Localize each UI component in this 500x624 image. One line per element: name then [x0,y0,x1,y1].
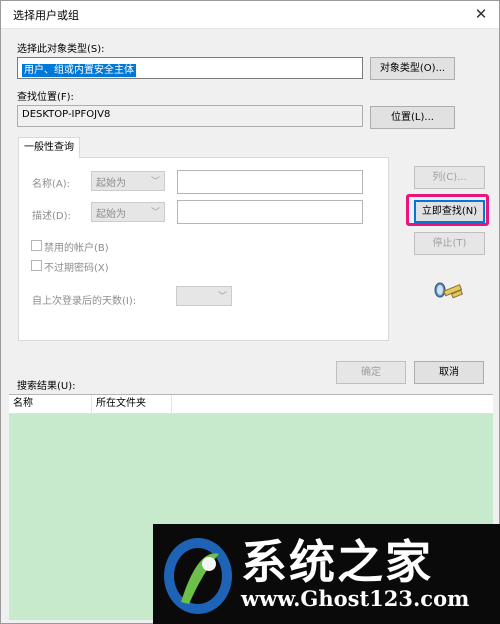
non-expiring-password-checkbox[interactable] [31,260,42,271]
find-now-highlight-box [406,194,489,226]
location-label: 查找位置(F): [17,92,74,103]
locations-button[interactable]: 位置(L)... [370,106,455,129]
chevron-down-icon: ﹀ [217,292,227,302]
chevron-down-icon: ﹀ [150,208,160,218]
column-header-name[interactable]: 名称 [9,395,92,414]
disabled-accounts-checkbox[interactable] [31,240,42,251]
name-mode-select[interactable]: 起始为 ﹀ [91,171,165,191]
object-type-field[interactable]: 用户、组或内置安全主体 [17,57,363,79]
object-types-button[interactable]: 对象类型(O)... [370,57,455,80]
ok-button[interactable]: 确定 [336,361,406,384]
disabled-accounts-label: 禁用的帐户(B) [44,243,109,254]
watermark-url-text: www.Ghost123.com [241,586,470,611]
search-results-label: 搜索结果(U): [17,381,76,392]
location-field: DESKTOP-IPFOJV8 [17,105,363,127]
location-value: DESKTOP-IPFOJV8 [22,109,111,120]
watermark-brand-text: 系统之家 [241,535,433,589]
name-label: 名称(A): [32,179,71,190]
description-input[interactable] [177,200,363,224]
object-type-value: 用户、组或内置安全主体 [22,64,136,77]
cancel-button[interactable]: 取消 [414,361,484,384]
name-mode-value: 起始为 [96,178,126,189]
days-since-login-select[interactable]: ﹀ [176,286,232,306]
title-bar: 选择用户或组 ✕ [1,1,499,29]
description-label: 描述(D): [32,211,71,222]
columns-button[interactable]: 列(C)... [414,166,485,189]
search-people-icon [434,282,464,299]
close-icon[interactable]: ✕ [463,1,499,28]
stop-button[interactable]: 停止(T) [414,232,485,255]
brand-logo-icon [164,538,232,614]
description-mode-value: 起始为 [96,209,126,220]
dialog-title: 选择用户或组 [13,9,79,22]
tab-common-queries[interactable]: 一般性查询 [18,137,80,158]
non-expiring-password-label: 不过期密码(X) [44,263,109,274]
column-header-folder[interactable]: 所在文件夹 [92,395,172,414]
description-mode-select[interactable]: 起始为 ﹀ [91,202,165,222]
object-type-label: 选择此对象类型(S): [17,44,105,55]
chevron-down-icon: ﹀ [150,177,160,187]
name-input[interactable] [177,170,363,194]
results-header: 名称 所在文件夹 [9,395,493,414]
watermark-banner: 系统之家 www.Ghost123.com [153,524,500,624]
days-since-login-label: 自上次登录后的天数(I): [32,296,137,307]
